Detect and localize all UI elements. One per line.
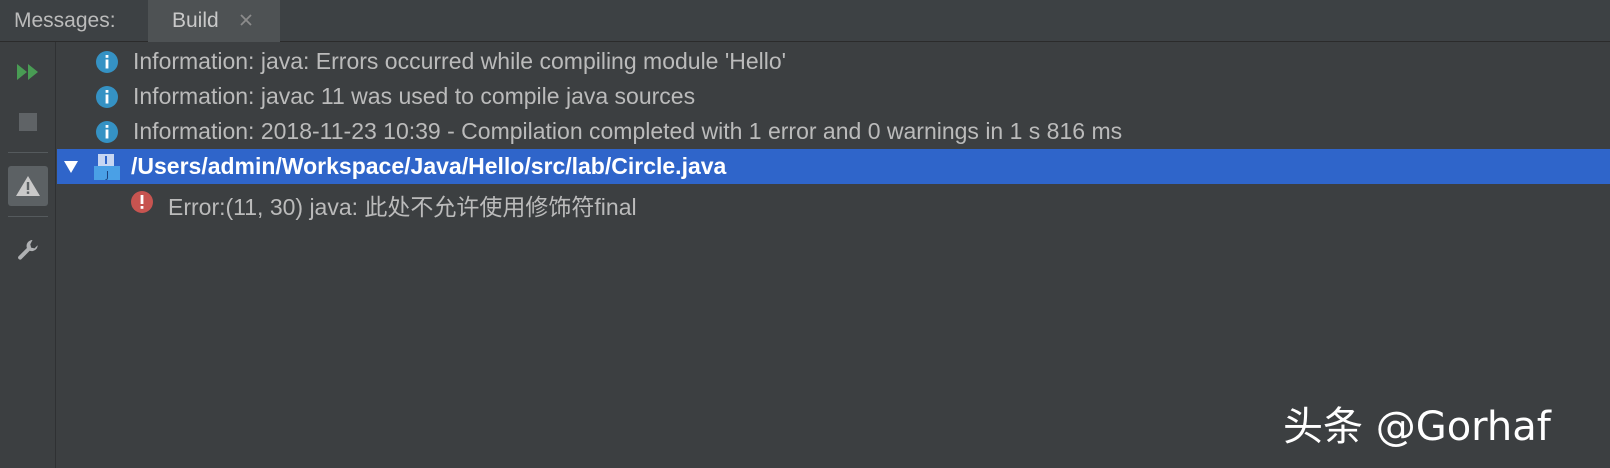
tool-window-header: Messages: Build <box>0 0 1610 42</box>
stop-icon <box>19 113 37 131</box>
list-item[interactable]: Information: javac 11 was used to compil… <box>57 79 1610 114</box>
info-icon <box>96 86 118 108</box>
error-text: Error:(11, 30) java: 此处不允许使用修饰符final <box>168 194 637 220</box>
list-item[interactable]: Error:(11, 30) java: 此处不允许使用修饰符final <box>57 184 1610 220</box>
expand-arrow-icon[interactable] <box>63 160 79 174</box>
toolbar-separator <box>8 152 48 153</box>
stop-button[interactable] <box>8 102 48 142</box>
svg-text:J: J <box>105 170 109 181</box>
watermark: 头条 @Gorhaf <box>1283 404 1551 450</box>
tab-build-label: Build <box>172 9 219 32</box>
rerun-button[interactable] <box>8 52 48 92</box>
messages-tool-window: Messages: Build Information: java: Error… <box>0 0 1610 468</box>
wrench-icon <box>18 240 38 260</box>
message-text: Information: java: Errors occurred while… <box>133 48 787 74</box>
file-node[interactable]: J /Users/admin/Workspace/Java/Hello/src/… <box>57 149 1610 184</box>
toolbar-separator <box>8 216 48 217</box>
rerun-icon <box>17 64 38 80</box>
file-path: /Users/admin/Workspace/Java/Hello/src/la… <box>131 153 727 179</box>
warning-filter-icon <box>16 176 40 196</box>
tab-build[interactable]: Build <box>148 0 280 42</box>
close-icon[interactable] <box>237 11 255 29</box>
list-item[interactable]: Information: java: Errors occurred while… <box>57 44 1610 79</box>
error-icon <box>131 191 153 213</box>
info-icon <box>96 121 118 143</box>
message-text: Information: javac 11 was used to compil… <box>133 83 696 109</box>
settings-button[interactable] <box>8 230 48 270</box>
left-toolbar <box>0 42 56 468</box>
java-file-icon: J <box>94 154 120 181</box>
warning-filter-button[interactable] <box>8 166 48 206</box>
message-text: Information: 2018-11-23 10:39 - Compilat… <box>133 118 1123 144</box>
info-icon <box>96 51 118 73</box>
list-item[interactable]: Information: 2018-11-23 10:39 - Compilat… <box>57 114 1610 149</box>
panel-title: Messages: <box>14 9 116 32</box>
